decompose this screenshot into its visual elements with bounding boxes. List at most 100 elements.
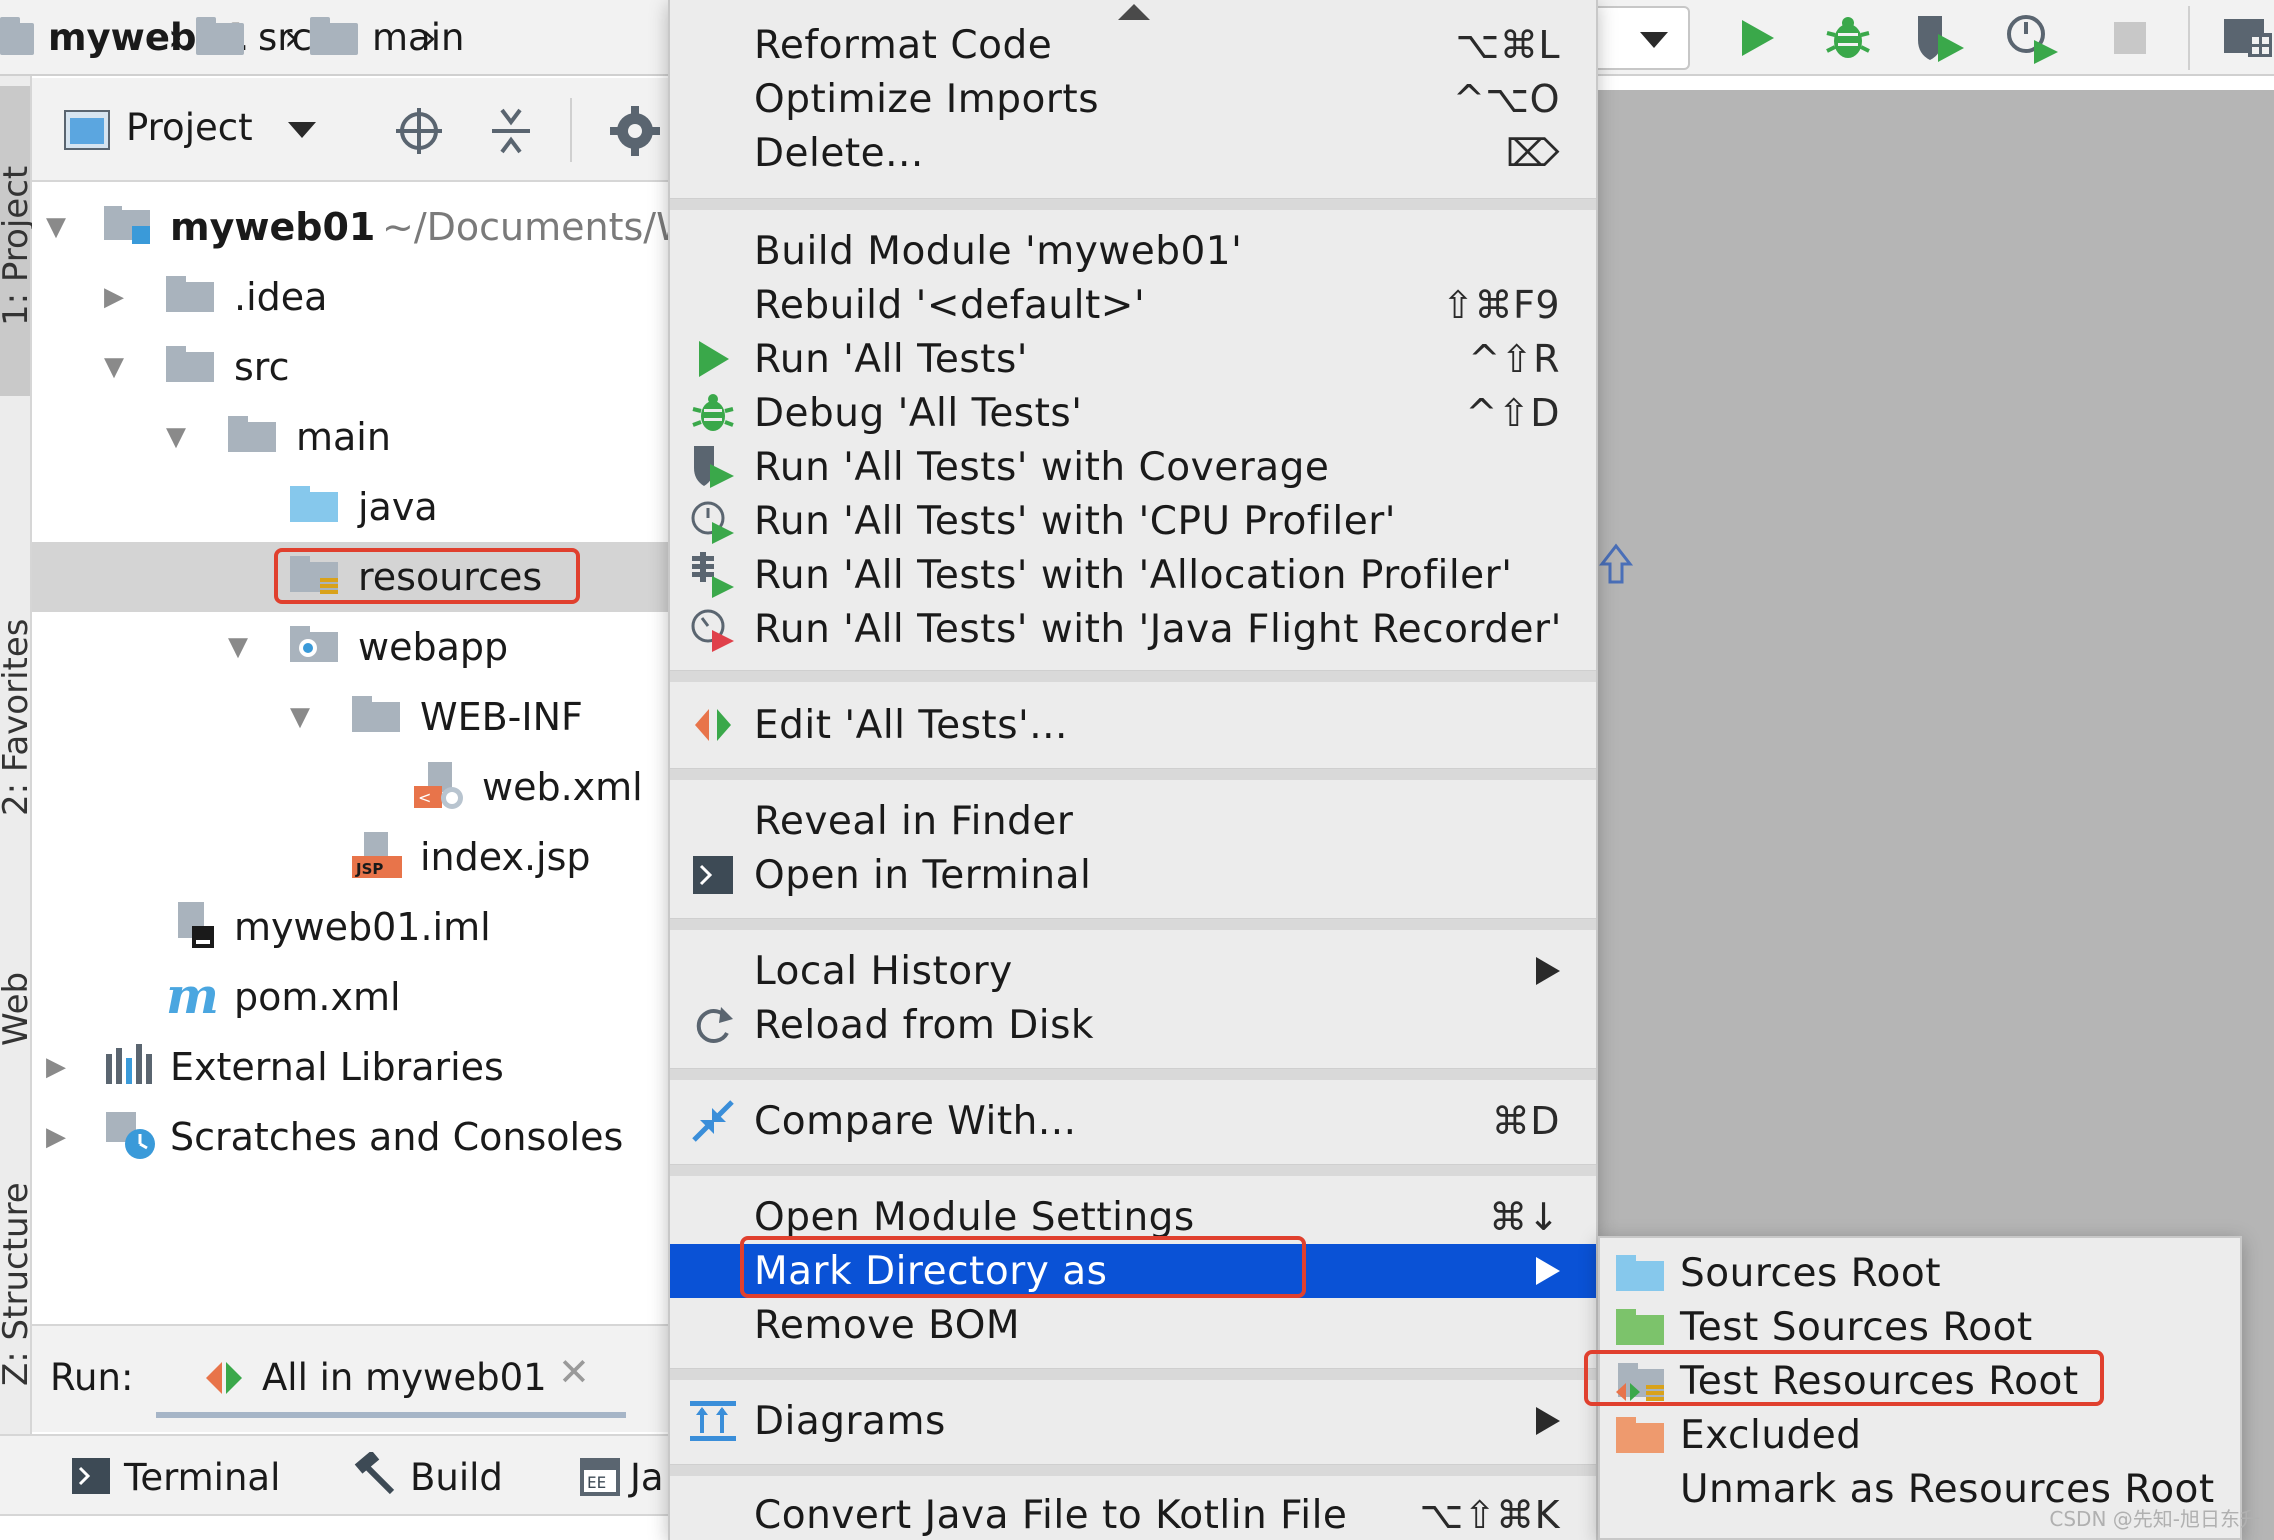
bottom-tab-java[interactable]: Ja (630, 1456, 664, 1499)
expanded-triangle-icon[interactable]: ▼ (46, 212, 66, 242)
run-icon[interactable] (1724, 6, 1788, 70)
menu-item-shortcut: ⌘D (1491, 1099, 1560, 1143)
menu-item-label: Run 'All Tests' with 'Java Flight Record… (754, 606, 1562, 652)
tree-row[interactable]: java (32, 472, 672, 542)
submenu-item-sources-root[interactable]: Sources Root (1600, 1246, 2240, 1300)
tree-row[interactable]: ▶ .idea (32, 262, 672, 332)
tree-row[interactable]: ▶ External Libraries (32, 1032, 672, 1102)
expanded-triangle-icon[interactable]: ▼ (166, 422, 186, 452)
status-bar (0, 1514, 672, 1540)
stop-icon[interactable] (2098, 6, 2162, 70)
coverage-icon (688, 442, 738, 492)
java-enterprise-icon: EE (580, 1458, 620, 1496)
tree-row[interactable]: m pom.xml (32, 962, 672, 1032)
menu-item-remove-bom[interactable]: Remove BOM (670, 1298, 1596, 1352)
toolbar-divider (2188, 6, 2190, 70)
menu-item-reveal-in-finder[interactable]: Reveal in Finder (670, 794, 1596, 848)
gear-icon[interactable] (610, 106, 660, 156)
project-structure-icon[interactable] (2210, 6, 2274, 70)
stripe-tab-structure[interactable]: Z: Structure (0, 1182, 36, 1386)
menu-item-delete[interactable]: Delete... ⌦ (670, 126, 1596, 180)
menu-item-label: Build Module 'myweb01' (754, 228, 1243, 274)
menu-item-run-all-tests[interactable]: Run 'All Tests' ^⇧R (670, 332, 1596, 386)
menu-item-local-history[interactable]: Local History (670, 944, 1596, 998)
web-folder-icon (290, 626, 338, 662)
menu-item-label: Run 'All Tests' (754, 336, 1028, 382)
stripe-tab-web[interactable]: Web (0, 972, 36, 1046)
menu-item-convert-to-kotlin[interactable]: Convert Java File to Kotlin File ⌥⇧⌘K (670, 1488, 1596, 1540)
menu-item-reformat-code[interactable]: Reformat Code ⌥⌘L (670, 18, 1596, 72)
run-with-coverage-icon[interactable] (1908, 6, 1972, 70)
libraries-icon (106, 1044, 152, 1084)
menu-item-run-cpu-profiler[interactable]: Run 'All Tests' with 'CPU Profiler' (670, 494, 1596, 548)
menu-item-diagrams[interactable]: Diagrams (670, 1394, 1596, 1448)
terminal-icon (72, 1458, 110, 1494)
folder-icon (196, 17, 246, 55)
tree-row[interactable]: JSP index.jsp (32, 822, 672, 892)
collapsed-triangle-icon[interactable]: ▶ (46, 1052, 66, 1082)
menu-item-optimize-imports[interactable]: Optimize Imports ^⌥O (670, 72, 1596, 126)
expanded-triangle-icon[interactable]: ▼ (228, 632, 248, 662)
close-icon[interactable]: ✕ (558, 1350, 590, 1394)
project-view-title[interactable]: Project (126, 106, 253, 149)
chevron-down-icon (1640, 32, 1668, 48)
menu-item-label: Reformat Code (754, 22, 1053, 68)
submenu-item-excluded[interactable]: Excluded (1600, 1408, 2240, 1462)
tree-row[interactable]: ▼ main (32, 402, 672, 472)
menu-item-open-in-terminal[interactable]: Open in Terminal (670, 848, 1596, 902)
cpu-profiler-icon (688, 496, 738, 546)
run-icon (688, 334, 738, 384)
expanded-triangle-icon[interactable]: ▼ (104, 352, 124, 382)
tree-label: java (358, 485, 438, 529)
tree-row[interactable]: ▼ src (32, 332, 672, 402)
menu-item-shortcut: ^⇧D (1465, 391, 1560, 435)
submenu-item-label: Sources Root (1680, 1250, 1942, 1296)
menu-item-reload-from-disk[interactable]: Reload from Disk (670, 998, 1596, 1052)
menu-item-compare-with[interactable]: Compare With... ⌘D (670, 1094, 1596, 1148)
chevron-down-icon[interactable] (286, 120, 318, 140)
menu-item-run-flight-recorder[interactable]: Run 'All Tests' with 'Java Flight Record… (670, 602, 1596, 656)
menu-item-run-with-coverage[interactable]: Run 'All Tests' with Coverage (670, 440, 1596, 494)
breadcrumb-main[interactable]: main (310, 0, 464, 74)
bottom-tool-bar: Terminal Build EE Ja (0, 1434, 672, 1514)
expanded-triangle-icon[interactable]: ▼ (290, 702, 310, 732)
tree-label: WEB-INF (420, 695, 583, 739)
tree-row[interactable]: ▶ Scratches and Consoles (32, 1102, 672, 1172)
submenu-arrow-icon (1536, 957, 1560, 985)
menu-item-debug-all-tests[interactable]: Debug 'All Tests' ^⇧D (670, 386, 1596, 440)
submenu-item-test-sources-root[interactable]: Test Sources Root (1600, 1300, 2240, 1354)
menu-item-rebuild[interactable]: Rebuild '<default>' ⇧⌘F9 (670, 278, 1596, 332)
debug-icon[interactable] (1816, 6, 1880, 70)
profiler-icon[interactable] (2000, 6, 2064, 70)
breadcrumb-label: main (372, 15, 465, 59)
svg-text:JSP: JSP (355, 860, 383, 878)
run-tab-label[interactable]: All in myweb01 (262, 1356, 547, 1399)
stripe-tab-project[interactable]: 1: Project (0, 166, 36, 326)
menu-item-run-allocation-profiler[interactable]: Run 'All Tests' with 'Allocation Profile… (670, 548, 1596, 602)
diagram-icon (688, 1396, 738, 1446)
stripe-tab-favorites[interactable]: 2: Favorites (0, 619, 36, 816)
tree-row[interactable]: < web.xml (32, 752, 672, 822)
tree-row[interactable]: ▼ WEB-INF (32, 682, 672, 752)
collapsed-triangle-icon[interactable]: ▶ (46, 1122, 66, 1152)
menu-item-build-module[interactable]: Build Module 'myweb01' (670, 224, 1596, 278)
collapsed-triangle-icon[interactable]: ▶ (104, 282, 124, 312)
terminal-icon (688, 850, 738, 900)
tree-row[interactable]: ▼ webapp (32, 612, 672, 682)
tree-row[interactable]: ▼ myweb01 ~/Documents/W (32, 192, 694, 262)
bottom-tab-terminal[interactable]: Terminal (124, 1456, 280, 1499)
run-label: Run: (50, 1356, 134, 1399)
menu-item-shortcut: ⌥⇧⌘K (1419, 1493, 1560, 1537)
menu-separator (670, 1068, 1596, 1080)
jsp-file-icon: JSP (352, 832, 402, 878)
tree-row[interactable]: myweb01.iml (32, 892, 672, 962)
menu-item-shortcut: ^⌥O (1452, 77, 1560, 121)
tree-label: src (234, 345, 290, 389)
bottom-tab-build[interactable]: Build (410, 1456, 503, 1499)
edit-configuration-icon (688, 700, 738, 750)
collapse-all-icon[interactable] (488, 106, 534, 156)
tree-label: main (296, 415, 391, 459)
menu-item-edit-all-tests[interactable]: Edit 'All Tests'... (670, 698, 1596, 752)
locate-icon[interactable] (394, 106, 444, 156)
menu-separator (670, 1164, 1596, 1176)
